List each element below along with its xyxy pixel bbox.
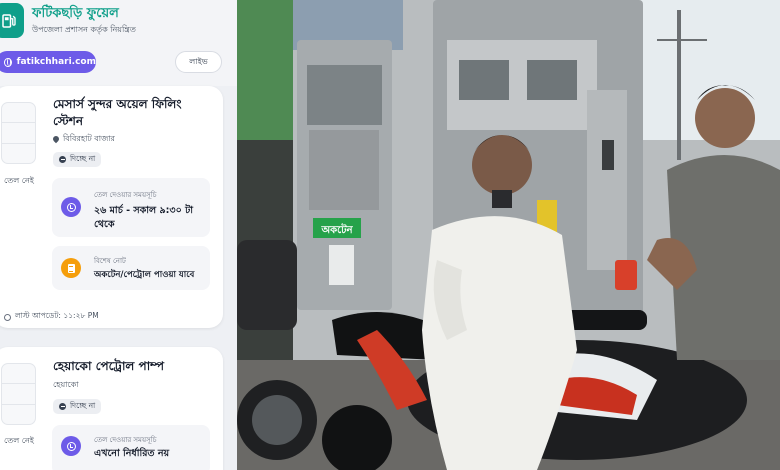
app-subtitle: উপজেলা প্রশাসন কর্তৃক নিয়ন্ত্রিত [32, 25, 136, 34]
clock-icon-wrap [61, 436, 81, 456]
station-card[interactable]: তেল নেই হেয়াকো পেট্রোল পাম্প হেয়াকো দি… [0, 347, 223, 470]
station-card[interactable]: তেল নেই মেসার্স সুন্দর অয়েল ফিলিং স্টেশ… [0, 86, 223, 328]
station-location: হেয়াকো [53, 379, 79, 392]
live-button[interactable]: লাইভ [175, 51, 222, 73]
pump-sign: অকটেন [320, 222, 353, 236]
schedule-box: তেল দেওয়ার সময়সূচি এখনো নির্ধারিত নয় [52, 425, 210, 470]
schedule-box: তেল দেওয়ার সময়সূচি ২৬ মার্চ - সকাল ৯:৩… [52, 178, 210, 237]
special-note-box: বিশেষ নোট অকটেন/পেট্রোল পাওয়া যাবে [52, 246, 210, 290]
station-location: বিবিরহাট বাজার [53, 133, 115, 146]
clock-icon [66, 202, 76, 212]
website-link-button[interactable]: fatikchhari.com [0, 51, 96, 73]
station-name: মেসার্স সুন্দর অয়েল ফিলিং স্টেশন [53, 97, 182, 128]
last-updated: লাস্ট আপডেট: ১১:২৮ PM [4, 311, 99, 323]
clock-icon [66, 441, 76, 451]
fuel-station-scene: অকটেন [237, 0, 780, 470]
fuel-status-label: তেল নেই [4, 176, 34, 185]
status-badge-text: দিচ্ছে না [70, 153, 96, 163]
schedule-value: এখনো নির্ধারিত নয় [94, 448, 170, 459]
station-location-text: বিবিরহাট বাজার [63, 134, 115, 143]
clock-icon-wrap [61, 197, 81, 217]
app-title: ফটিকছড়ি ফুয়েল [32, 6, 119, 21]
status-dot-icon [59, 156, 66, 163]
fuel-level-gauge [1, 102, 36, 164]
status-badge-text: দিচ্ছে না [70, 400, 96, 410]
website-link-label: fatikchhari.com [16, 57, 96, 67]
fuel-level-gauge [1, 363, 36, 425]
news-photo: অকটেন [237, 0, 780, 470]
status-badge: দিচ্ছে না [53, 399, 102, 414]
schedule-label: তেল দেওয়ার সময়সূচি [94, 436, 157, 444]
app-header: ফটিকছড়ি ফুয়েল উপজেলা প্রশাসন কর্তৃক নি… [0, 0, 237, 86]
globe-icon [4, 57, 12, 67]
fuel-status-label: তেল নেই [4, 436, 34, 445]
special-note-label: বিশেষ নোট [94, 257, 126, 265]
fuel-status-panel: ফটিকছড়ি ফুয়েল উপজেলা প্রশাসন কর্তৃক নি… [0, 0, 237, 470]
note-icon [67, 263, 75, 273]
station-name: হেয়াকো পেট্রোল পাম্প [53, 359, 165, 373]
schedule-label: তেল দেওয়ার সময়সূচি [94, 191, 157, 199]
fuel-pump-icon [2, 13, 16, 28]
location-pin-icon [53, 136, 59, 144]
schedule-value: ২৬ মার্চ - সকাল ৯:৩০ টা থেকে [94, 205, 193, 230]
time-icon [4, 313, 11, 321]
app-logo [0, 3, 24, 38]
last-updated-text: লাস্ট আপডেট: ১১:২৮ PM [15, 311, 99, 320]
note-icon-wrap [61, 258, 81, 278]
station-location-text: হেয়াকো [53, 380, 79, 389]
status-badge: দিচ্ছে না [53, 152, 102, 167]
status-dot-icon [59, 403, 66, 410]
special-note-value: অকটেন/পেট্রোল পাওয়া যাবে [94, 270, 195, 280]
